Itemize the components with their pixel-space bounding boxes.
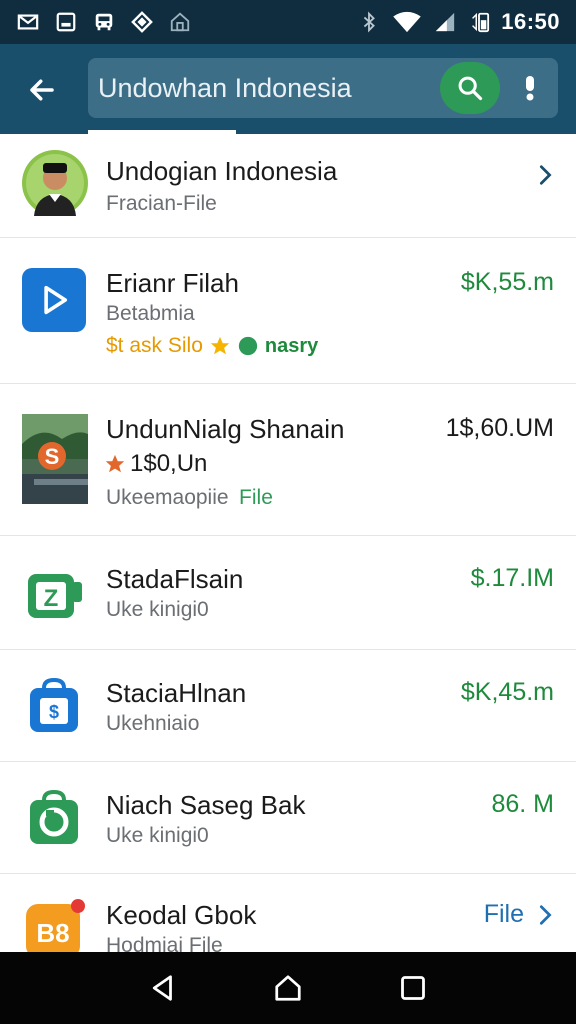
- nav-recents-icon[interactable]: [389, 964, 437, 1012]
- item-price: $K,55.m: [460, 268, 554, 296]
- list-item[interactable]: Undogian Indonesia Fracian-File: [0, 134, 576, 238]
- bluetooth-icon: [357, 10, 381, 34]
- photo-icon: [54, 10, 78, 34]
- status-time: 16:50: [501, 9, 560, 34]
- calendar-icon: Z: [22, 562, 86, 631]
- list-item[interactable]: Z StadaFlsain $.17.IM Uke kinigi0: [0, 536, 576, 650]
- svg-text:Z: Z: [44, 585, 59, 612]
- list-item[interactable]: Niach Saseg Bak 86. M Uke kinigi0: [0, 762, 576, 874]
- status-bar: 16:50: [0, 0, 576, 44]
- svg-text:B8: B8: [36, 918, 69, 948]
- item-price: 86. M: [491, 790, 554, 818]
- item-subtitle: Betabmia: [106, 302, 195, 325]
- item-subtitle: Uke kinigi0: [106, 598, 209, 621]
- search-field[interactable]: Undowhan Indonesia: [88, 58, 558, 118]
- search-button[interactable]: [440, 62, 500, 114]
- play-icon: [22, 268, 86, 332]
- item-title: Niach Saseg Bak: [106, 790, 306, 820]
- navigation-bar: [0, 952, 576, 1024]
- nav-home-icon[interactable]: [264, 964, 312, 1012]
- bus-icon: [92, 10, 116, 34]
- item-meta: 1$0,Un: [104, 450, 207, 478]
- item-price: 1$,60.UM: [445, 414, 554, 442]
- item-tag-text: $t ask Silo: [106, 334, 203, 357]
- back-arrow-icon[interactable]: [20, 68, 64, 112]
- list-item[interactable]: Erianr Filah $K,55.m Betabmia $t ask Sil…: [0, 238, 576, 384]
- person-avatar: [22, 150, 88, 221]
- svg-text:$: $: [49, 702, 59, 722]
- notification-icons: [16, 10, 192, 34]
- battery-icon: [467, 10, 491, 34]
- photo-thumbnail: S: [22, 414, 88, 509]
- star-icon: [105, 454, 125, 473]
- search-icon: [458, 76, 483, 101]
- item-tags: $t ask Silo nasry: [106, 334, 318, 358]
- diamond-icon: [130, 10, 154, 34]
- item-title: StaciaHlnan: [106, 678, 247, 708]
- list-item[interactable]: S UndunNialg Shanain 1$,60.UM 1$0,Un Uke…: [0, 384, 576, 536]
- item-price: $K,45.m: [460, 678, 554, 706]
- item-subtitle: Ukehniaio: [106, 712, 200, 735]
- bag-icon: $: [22, 674, 86, 743]
- item-subtitle: 1$0,Un: [130, 450, 208, 477]
- item-file-link[interactable]: File: [484, 900, 524, 929]
- svg-text:S: S: [45, 444, 60, 469]
- more-icon[interactable]: [518, 62, 542, 114]
- star-icon: [210, 336, 230, 355]
- item-file-link[interactable]: File: [239, 486, 273, 509]
- item-tag-text: nasry: [264, 334, 319, 357]
- chevron-right-icon[interactable]: [534, 164, 556, 186]
- list-item[interactable]: $ StaciaHlnan $K,45.m Ukehniaio: [0, 650, 576, 762]
- nav-back-icon[interactable]: [139, 964, 187, 1012]
- item-title: UndunNialg Shanain: [106, 414, 345, 444]
- chevron-right-icon[interactable]: [534, 904, 556, 926]
- wifi-icon: [391, 10, 423, 34]
- item-subtitle: Fracian-File: [106, 192, 217, 215]
- item-meta-2: Ukeemaopiie File: [106, 486, 273, 510]
- item-title: StadaFlsain: [106, 564, 244, 594]
- system-icons: 16:50: [357, 9, 560, 35]
- app-bar: Undowhan Indonesia: [0, 44, 576, 134]
- item-title: Keodal Gbok: [106, 900, 257, 930]
- badge-icon: [238, 336, 258, 356]
- list-item[interactable]: B8 Keodal Gbok Hodmiai File File: [0, 874, 576, 964]
- item-price: $.17.IM: [470, 564, 554, 592]
- results-list: Undogian Indonesia Fracian-File Erianr F…: [0, 134, 576, 964]
- bag-icon: [22, 786, 86, 855]
- item-title: Erianr Filah: [106, 268, 239, 298]
- signal-icon: [433, 10, 457, 34]
- gmail-icon: [16, 10, 40, 34]
- item-title: Undogian Indonesia: [106, 156, 338, 186]
- item-subtitle-2: Ukeemaopiie: [106, 486, 229, 509]
- item-subtitle: Uke kinigi0: [106, 824, 209, 847]
- search-input[interactable]: Undowhan Indonesia: [88, 73, 440, 104]
- home-icon: [168, 10, 192, 34]
